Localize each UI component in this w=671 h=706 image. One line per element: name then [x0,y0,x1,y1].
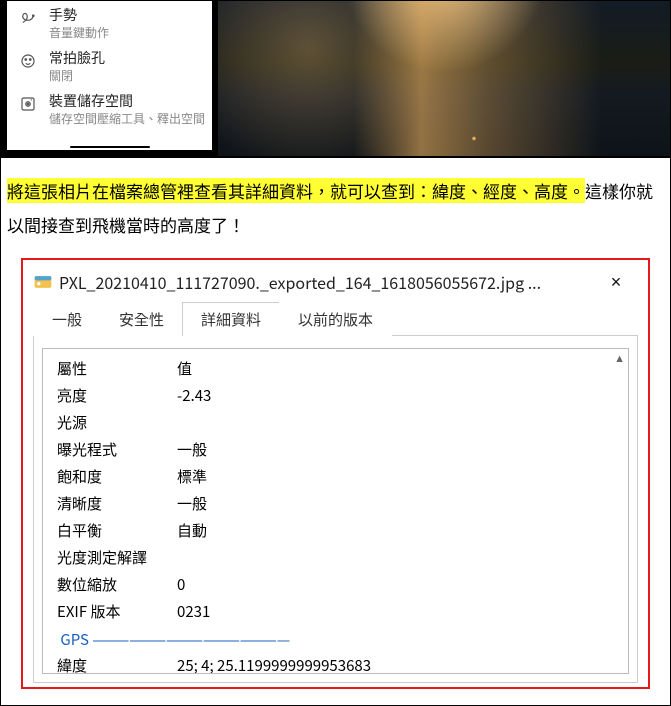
dialog-tabs: 一般 安全性 詳細資料 以前的版本 [33,302,638,336]
tab-general[interactable]: 一般 [33,302,101,336]
image-file-icon [33,272,53,292]
detail-row: 光度測定解譯 [57,544,177,571]
highlighted-sentence: 將這張相片在檔案總管裡查看其詳細資料，就可以查到：緯度、經度、高度。 [7,178,585,203]
detail-row: 數位縮放 [57,571,177,598]
setting-item-storage[interactable]: 裝置儲存空間 儲存空間壓縮工具、釋出空間 [17,87,212,130]
setting-title: 裝置儲存空間 [49,93,205,110]
setting-sub: 儲存空間壓縮工具、釋出空間 [49,112,205,126]
dialog-title: PXL_20210410_111727090._exported_164_161… [59,270,598,294]
detail-row: 光源 [57,409,177,436]
setting-title: 常拍臉孔 [49,50,105,67]
column-header-value: 值 [177,355,586,382]
close-button[interactable]: × [598,272,634,293]
detail-row: 清晰度 [57,490,177,517]
tab-previous[interactable]: 以前的版本 [279,302,392,336]
detail-row: 飽和度 [57,463,177,490]
gesture-icon [17,7,39,29]
gps-row: 緯度 [57,652,177,674]
setting-sub: 關閉 [49,69,105,83]
file-properties-dialog: PXL_20210410_111727090._exported_164_161… [21,258,650,689]
gps-section-header: GPS ———————————————— [57,625,614,652]
storage-icon [17,93,39,115]
setting-sub: 音量鍵動作 [49,26,109,40]
setting-item-gesture[interactable]: 手勢 音量鍵動作 [17,1,212,44]
setting-item-faces[interactable]: 常拍臉孔 關閉 [17,44,212,87]
top-row: 手勢 音量鍵動作 常拍臉孔 關閉 [1,1,670,158]
dialog-titlebar: PXL_20210410_111727090._exported_164_161… [33,270,638,302]
phone-settings-frame: 手勢 音量鍵動作 常拍臉孔 關閉 [1,1,218,156]
tab-security[interactable]: 安全性 [100,302,183,336]
nav-handle [70,146,150,148]
scroll-up-icon[interactable]: ▲ [614,353,625,365]
setting-title: 手勢 [49,7,109,24]
detail-row: 白平衡 [57,517,177,544]
tab-details[interactable]: 詳細資料 [182,302,280,336]
details-panel: ▲ 屬性 值 亮度-2.43 光源 曝光程式一般 飽和度標準 清晰度一般 [42,348,629,674]
article-text: 將這張相片在檔案總管裡查看其詳細資料，就可以查到：緯度、經度、高度。這樣你就以間… [1,158,670,258]
detail-row: EXIF 版本 [57,598,177,625]
column-header-property: 屬性 [57,355,177,382]
detail-row: 亮度 [57,382,177,409]
detail-row: 曝光程式 [57,436,177,463]
aerial-night-photo [218,1,670,156]
face-icon [17,50,39,72]
